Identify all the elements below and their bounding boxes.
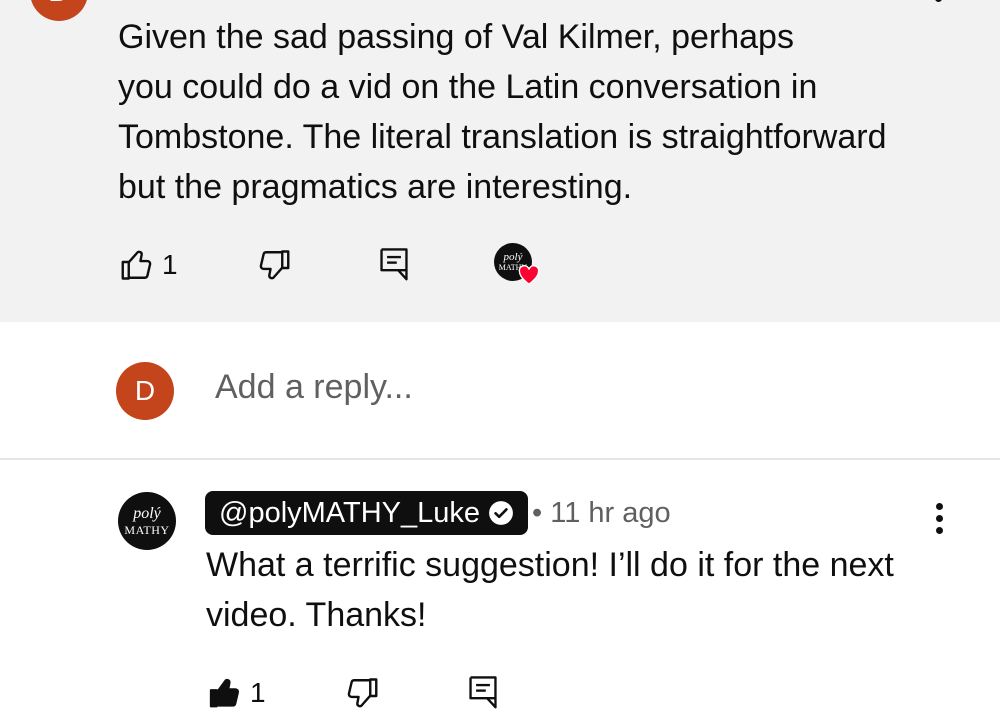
commenter-avatar[interactable]: D	[30, 0, 88, 21]
thumbs-down-outline-icon	[259, 250, 290, 280]
reply-dislike-button[interactable]	[343, 675, 381, 711]
separator-dot: •	[532, 497, 543, 529]
comment-icon	[380, 248, 408, 281]
reply-author-avatar[interactable]: polý MATHY	[118, 492, 176, 550]
dislike-button[interactable]	[255, 247, 293, 283]
top-comment: D Given the sad passing of Val Kilmer, p…	[0, 0, 1000, 322]
avatar-letter: D	[48, 0, 70, 9]
author-name-chip[interactable]: @polyMATHY_Luke	[205, 491, 528, 535]
reply-like-button[interactable]: 1	[206, 675, 266, 711]
avatar-line1: polý	[133, 505, 161, 522]
thumbs-up-filled-icon	[209, 678, 239, 708]
reply-button[interactable]	[377, 246, 411, 282]
reply-more-options-icon[interactable]	[936, 503, 944, 539]
like-button[interactable]: 1	[118, 247, 178, 283]
reply-reply-button[interactable]	[466, 674, 500, 710]
creator-heart: polý MATHY	[494, 243, 540, 287]
avatar-line2: MATHY	[124, 523, 170, 537]
divider	[0, 458, 1000, 460]
creator-avatar-line1: polý	[503, 251, 523, 263]
add-reply-input[interactable]	[215, 368, 915, 407]
current-user-avatar: D	[116, 362, 174, 420]
comment-icon	[469, 676, 497, 709]
reply-text: What a terrific suggestion! I’ll do it f…	[206, 546, 894, 634]
heart-icon	[518, 265, 540, 285]
reply-like-count: 1	[250, 677, 266, 708]
more-options-icon[interactable]	[935, 0, 943, 7]
reply-time: 11 hr ago	[550, 497, 671, 529]
comment-text: Given the sad passing of Val Kilmer, per…	[118, 18, 887, 206]
thumbs-up-outline-icon	[121, 250, 152, 280]
avatar-letter: D	[134, 375, 156, 406]
verified-check-icon	[489, 501, 513, 525]
author-name: @polyMATHY_Luke	[219, 496, 480, 529]
like-count: 1	[162, 249, 178, 280]
reply-timestamp: • 11 hr ago	[532, 497, 671, 530]
thumbs-down-outline-icon	[347, 678, 378, 708]
